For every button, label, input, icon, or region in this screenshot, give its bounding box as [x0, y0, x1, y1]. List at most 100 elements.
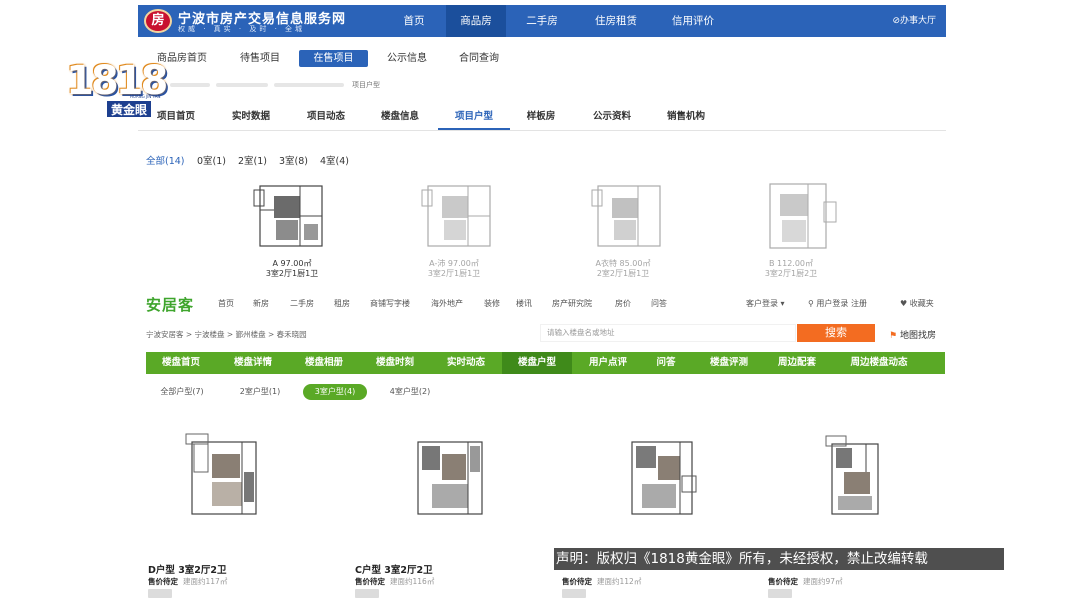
project-tab-documents[interactable]: 公示资料: [582, 109, 642, 125]
ajk-tab-nearby[interactable]: 周边配套: [765, 352, 829, 374]
subtab-pending[interactable]: 待售项目: [231, 50, 289, 67]
price-label: 售价待定: [562, 577, 592, 586]
room-filter-4[interactable]: 4室(4): [320, 153, 349, 167]
project-tab-floorplans[interactable]: 项目户型: [442, 109, 506, 125]
nav-credit[interactable]: 信用评价: [660, 5, 726, 37]
ajk-tab-moments[interactable]: 楼盘时刻: [360, 352, 430, 374]
copyright-disclaimer: 声明：版权归《1818黄金眼》所有，未经授权，禁止改编转载: [554, 548, 1004, 570]
project-tab-news[interactable]: 项目动态: [296, 109, 356, 125]
project-tab-showroom[interactable]: 样板房: [518, 109, 564, 125]
floorplan-thumbnail[interactable]: [762, 180, 842, 252]
breadcrumb-current: 项目户型: [352, 81, 380, 89]
ajk-tab-home[interactable]: 楼盘首页: [146, 352, 216, 374]
breadcrumb-blur: [274, 83, 344, 87]
logo-tag: 黄金眼: [106, 100, 153, 118]
ajk-tab-nearby-updates[interactable]: 周边楼盘动态: [834, 352, 924, 374]
floorplan-badge: [148, 589, 172, 598]
anjuke-nav-decor[interactable]: 装修: [484, 298, 500, 309]
nav-second-hand[interactable]: 二手房: [512, 5, 572, 37]
room-filter-all[interactable]: 全部(14): [146, 153, 185, 167]
breadcrumb-blur: [170, 83, 210, 87]
ajk-tab-evaluation[interactable]: 楼盘评测: [694, 352, 764, 374]
floorplan-thumbnail[interactable]: [622, 432, 708, 522]
favorites-link[interactable]: ♥ 收藏夹: [900, 298, 934, 309]
floorplan-layout: 2室2厅1厨1卫: [596, 269, 650, 278]
price-label: 售价待定: [768, 577, 798, 586]
anjuke-nav-overseas[interactable]: 海外地产: [431, 298, 463, 309]
subtab-contract-query[interactable]: 合同查询: [450, 50, 508, 67]
room-filter-3[interactable]: 3室(8): [279, 153, 308, 167]
anjuke-nav-research[interactable]: 房产研究院: [552, 298, 592, 309]
anjuke-nav-rent[interactable]: 租房: [334, 298, 350, 309]
anjuke-nav-price[interactable]: 房价: [615, 298, 631, 309]
ajk-tab-album[interactable]: 楼盘相册: [289, 352, 359, 374]
floorplan-thumbnail[interactable]: [252, 180, 332, 252]
area-label: 建面约117㎡: [183, 577, 228, 586]
map-search-link[interactable]: ⚑ 地图找房: [889, 328, 936, 341]
area-label: 建面约116㎡: [390, 577, 435, 586]
floorplan-badge: [768, 589, 792, 598]
customer-login-link[interactable]: 客户登录 ▾: [746, 298, 785, 309]
ajk-filter-all[interactable]: 全部户型(7): [150, 384, 214, 400]
ajk-tab-floorplans[interactable]: 楼盘户型: [502, 352, 572, 374]
tv-station-logo: 1818 HUANG JIN YAN 黄金眼: [66, 58, 168, 124]
anjuke-nav-second-hand[interactable]: 二手房: [290, 298, 314, 309]
search-input[interactable]: 请输入楼盘名或地址: [540, 324, 796, 342]
ajk-filter-2room[interactable]: 2室户型(1): [230, 384, 290, 400]
anjuke-breadcrumb: 宁波安居客 > 宁波楼盘 > 鄞州楼盘 > 春禾晓园: [146, 330, 307, 339]
floorplan-layout: 3室2厅1厨1卫: [265, 269, 319, 278]
area-label: 建面约97㎡: [803, 577, 843, 586]
floorplan-title[interactable]: C户型 3室2厅2卫: [355, 562, 433, 576]
user-icon: ⚲: [808, 299, 814, 308]
room-filter-0[interactable]: 0室(1): [197, 153, 226, 167]
price-label: 售价待定: [148, 577, 178, 586]
floorplan-badge: [355, 589, 379, 598]
floorplan-title[interactable]: D户型 3室2厅2卫: [148, 562, 227, 576]
search-button[interactable]: 搜索: [797, 324, 875, 342]
floorplan-thumbnail[interactable]: [590, 180, 670, 252]
nav-new-homes[interactable]: 商品房: [446, 5, 506, 37]
project-tab-realtime[interactable]: 实时数据: [222, 109, 280, 125]
anjuke-nav-home[interactable]: 首页: [218, 298, 234, 309]
subtab-public-info[interactable]: 公示信息: [376, 50, 438, 67]
project-tab-sales-agency[interactable]: 销售机构: [656, 109, 716, 125]
ningbo-site-tagline: 权威 · 真实 · 及时 · 全城: [178, 25, 306, 33]
anjuke-logo[interactable]: 安居客: [146, 294, 194, 315]
floorplan-badge: [562, 589, 586, 598]
floorplan-price: 售价待定 建面约117㎡: [148, 576, 227, 587]
ajk-filter-4room[interactable]: 4室户型(2): [380, 384, 440, 400]
floorplan-layout: 3室2厅1厨1卫: [427, 269, 481, 278]
room-filter-2[interactable]: 2室(1): [238, 153, 267, 167]
ajk-tab-reviews[interactable]: 用户点评: [573, 352, 643, 374]
subtab-on-sale[interactable]: 在售项目: [299, 50, 368, 67]
floorplan-thumbnail[interactable]: [408, 432, 494, 522]
ajk-filter-3room[interactable]: 3室户型(4): [303, 384, 367, 400]
project-tab-info[interactable]: 楼盘信息: [370, 109, 430, 125]
anjuke-tab-bar: 楼盘首页 楼盘详情 楼盘相册 楼盘时刻 实时动态 楼盘户型 用户点评 问答 楼盘…: [146, 352, 945, 374]
floorplan-price: 售价待定 建面约116㎡: [355, 576, 434, 587]
ajk-tab-updates[interactable]: 实时动态: [431, 352, 501, 374]
user-login-link[interactable]: ⚲ 用户登录 注册: [808, 298, 867, 309]
logo-small-text: HUANG JIN YAN: [130, 94, 161, 99]
ajk-tab-qa[interactable]: 问答: [644, 352, 688, 374]
divider: [138, 130, 946, 131]
map-search-label: 地图找房: [899, 331, 936, 341]
ningbo-header-bar: 房 宁波市房产交易信息服务网 权威 · 真实 · 及时 · 全城 首页 商品房 …: [138, 5, 946, 37]
floorplan-layout: 3室2厅1厨2卫: [764, 269, 818, 278]
floorplan-price: 售价待定 建面约97㎡: [768, 576, 843, 587]
ajk-tab-details[interactable]: 楼盘详情: [218, 352, 288, 374]
office-link[interactable]: ⊘办事大厅: [892, 5, 936, 37]
anjuke-nav-qa[interactable]: 问答: [651, 298, 667, 309]
breadcrumb-blur: [216, 83, 268, 87]
floorplan-thumbnail[interactable]: [822, 432, 892, 522]
area-label: 建面约112㎡: [597, 577, 642, 586]
floorplan-thumbnail[interactable]: [420, 180, 500, 252]
anjuke-nav-new[interactable]: 新房: [253, 298, 269, 309]
nav-rental[interactable]: 住房租赁: [584, 5, 648, 37]
floorplan-thumbnail[interactable]: [182, 432, 268, 522]
ningbo-logo-icon: 房: [144, 9, 172, 33]
nav-home[interactable]: 首页: [388, 5, 440, 37]
price-label: 售价待定: [355, 577, 385, 586]
anjuke-nav-commercial[interactable]: 商铺写字楼: [370, 298, 410, 309]
anjuke-nav-news[interactable]: 楼讯: [516, 298, 532, 309]
